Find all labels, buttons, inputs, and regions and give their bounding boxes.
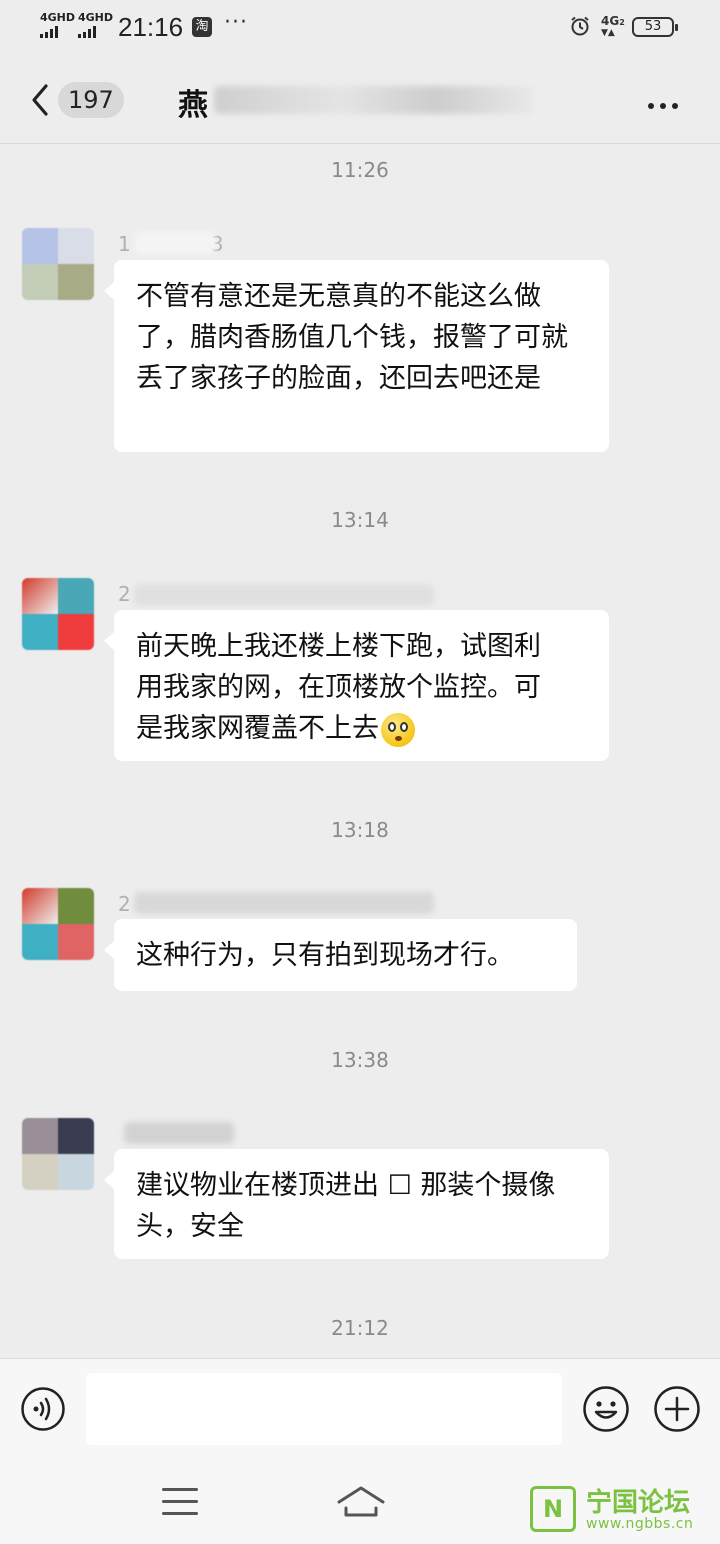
- battery-icon: 53: [632, 17, 678, 37]
- input-bar: [0, 1358, 720, 1462]
- network-label: 4G: [601, 14, 620, 28]
- chat-header: 197 燕: [0, 56, 720, 144]
- timestamp: 11:26: [331, 158, 389, 182]
- sender-name: 2: [118, 892, 131, 916]
- avatar[interactable]: [22, 578, 94, 650]
- clock: 21:16: [118, 12, 184, 42]
- network-4g-icon: 4G2 ▼▲: [601, 14, 625, 38]
- taobao-notification-icon: 淘: [192, 17, 212, 37]
- emoji-icon[interactable]: [582, 1385, 630, 1433]
- watermark-logo: N: [530, 1486, 576, 1532]
- sender-name-redacted: [134, 892, 434, 914]
- back-icon[interactable]: [26, 80, 56, 120]
- sender-name-redacted: [134, 584, 434, 606]
- message-bubble[interactable]: 不管有意还是无意真的不能这么做了，腊肉香肠值几个钱，报警了可就丢了家孩子的脸面，…: [104, 260, 609, 452]
- watermark-url: www.ngbbs.cn: [586, 1516, 694, 1532]
- unread-count-badge[interactable]: 197: [58, 82, 124, 118]
- chat-title: 燕: [178, 88, 208, 123]
- sender-name-redacted: [124, 1122, 234, 1144]
- message-bubble[interactable]: 前天晚上我还楼上楼下跑，试图利 用我家的网，在顶楼放个监控。可 是我家网覆盖不上…: [104, 610, 609, 761]
- flushed-face-emoji-icon: [381, 712, 415, 747]
- chat-title-redacted: [214, 86, 532, 114]
- more-icon[interactable]: [648, 94, 688, 109]
- voice-icon[interactable]: [20, 1386, 66, 1432]
- more-notifications-icon: ···: [224, 10, 248, 35]
- message-line: 用我家的网，在顶楼放个监控。可: [136, 672, 541, 703]
- network-sub-label: 2: [619, 18, 625, 27]
- sim2-label: 4GHD: [78, 11, 114, 24]
- avatar[interactable]: [22, 1118, 94, 1190]
- message-line: 是我家网覆盖不上去: [136, 713, 379, 744]
- message-bubble[interactable]: 建议物业在楼顶进出 ☐ 那装个摄像头，安全: [104, 1149, 609, 1259]
- timestamp: 13:38: [331, 1048, 389, 1072]
- avatar[interactable]: [22, 888, 94, 960]
- home-icon[interactable]: [336, 1482, 386, 1522]
- sender-name: 2: [118, 582, 131, 606]
- sender-name-visible: 1: [118, 232, 131, 256]
- sim2-signal-icon: 4GHD: [78, 12, 113, 38]
- sender-name-redacted: [134, 232, 216, 254]
- system-navigation-bar: N 宁国论坛 www.ngbbs.cn: [0, 1462, 720, 1544]
- alarm-icon: [571, 16, 589, 36]
- avatar[interactable]: [22, 228, 94, 300]
- message-input[interactable]: [86, 1373, 562, 1445]
- timestamp: 21:12: [331, 1316, 389, 1340]
- timestamp: 13:14: [331, 508, 389, 532]
- plus-icon[interactable]: [653, 1385, 701, 1433]
- message-line: 前天晚上我还楼上楼下跑，试图利: [136, 631, 541, 662]
- message-bubble[interactable]: 这种行为，只有拍到现场才行。: [104, 919, 577, 991]
- menu-icon[interactable]: [162, 1488, 198, 1518]
- sim1-label: 4GHD: [40, 11, 76, 24]
- timestamp: 13:18: [331, 818, 389, 842]
- watermark-name: 宁国论坛: [586, 1488, 691, 1518]
- sim1-signal-icon: 4GHD: [40, 12, 75, 38]
- status-bar: 4GHD 4GHD 21:16 淘 ··· 4G2 ▼▲ 53: [0, 0, 720, 56]
